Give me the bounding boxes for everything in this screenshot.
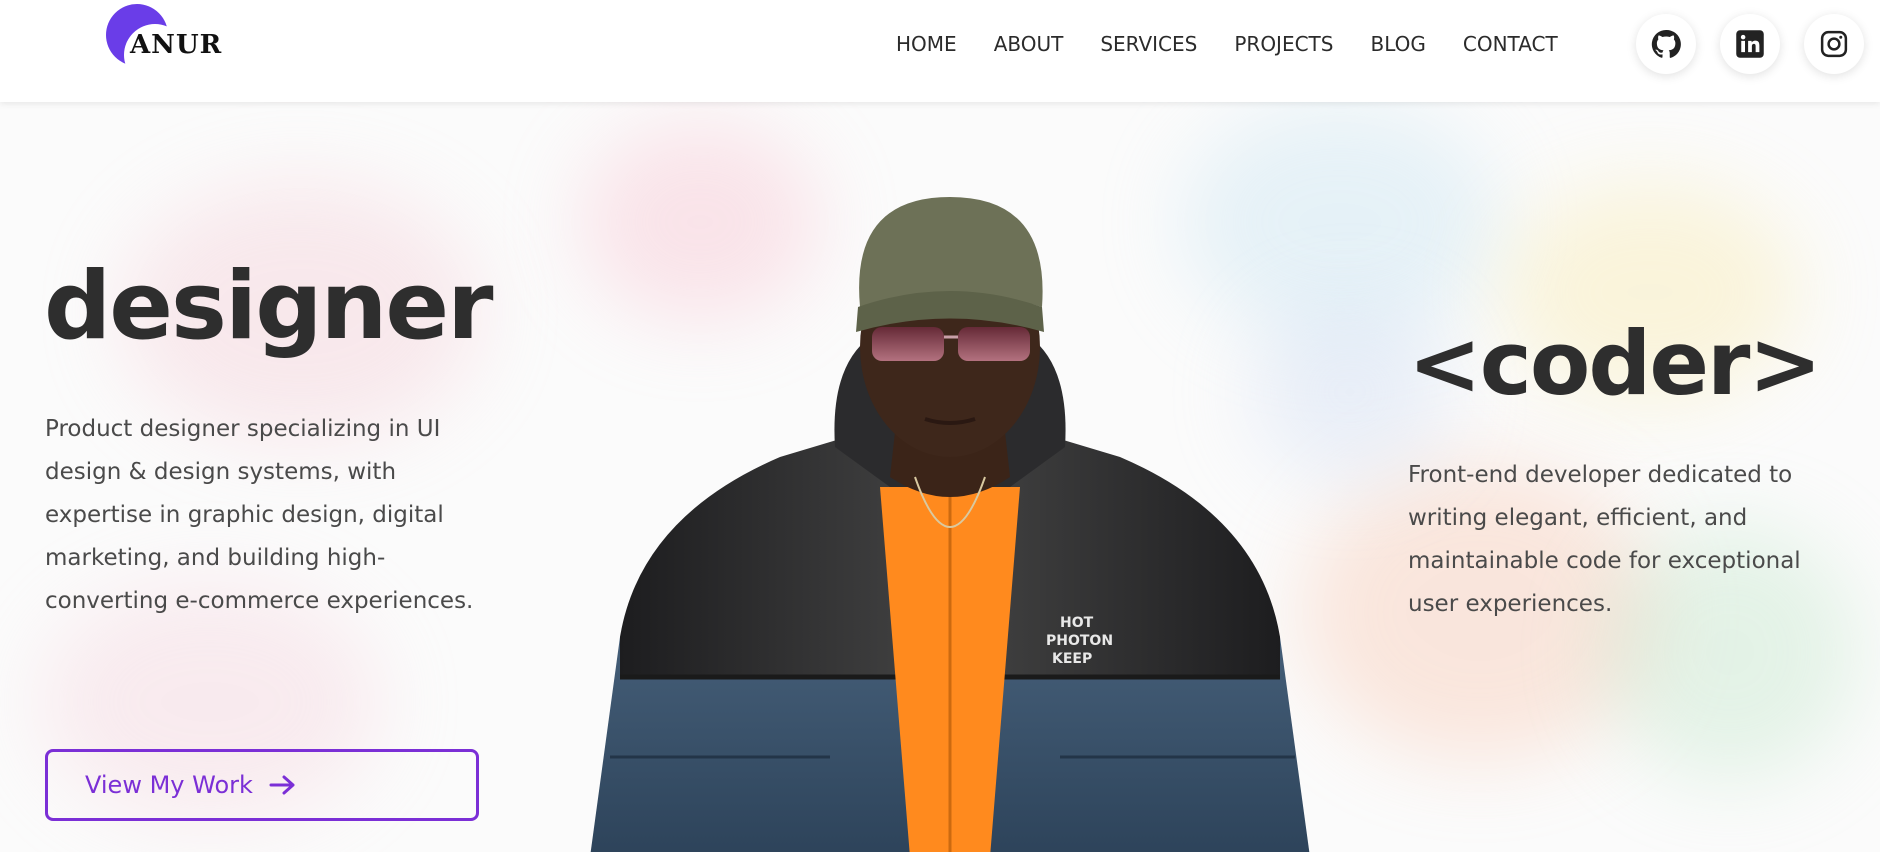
nav-about[interactable]: ABOUT bbox=[994, 32, 1064, 56]
coder-description: Front-end developer dedicated to writing… bbox=[1408, 462, 1801, 617]
nav-services[interactable]: SERVICES bbox=[1100, 32, 1197, 56]
logo[interactable]: ANUR bbox=[106, 0, 221, 86]
portrait-image: HOT PHOTON KEEP bbox=[590, 197, 1310, 852]
nav-home[interactable]: HOME bbox=[896, 32, 957, 56]
designer-title: designer bbox=[44, 252, 494, 361]
github-link[interactable] bbox=[1636, 14, 1696, 74]
nav-blog[interactable]: BLOG bbox=[1370, 32, 1425, 56]
jacket-logo-text: KEEP bbox=[1052, 651, 1092, 667]
nav-projects[interactable]: PROJECTS bbox=[1234, 32, 1333, 56]
linkedin-link[interactable] bbox=[1720, 14, 1780, 74]
jacket-logo-text: PHOTON bbox=[1046, 633, 1113, 649]
site-header: ANUR HOME ABOUT SERVICES PROJECTS BLOG C… bbox=[0, 0, 1880, 102]
logo-text: ANUR bbox=[130, 30, 223, 60]
github-icon bbox=[1651, 29, 1681, 58]
coder-title: <coder> bbox=[1408, 312, 1822, 415]
instagram-icon bbox=[1820, 30, 1848, 58]
linkedin-icon bbox=[1736, 30, 1764, 58]
view-my-work-label: View My Work bbox=[85, 771, 253, 799]
main-nav: HOME ABOUT SERVICES PROJECTS BLOG CONTAC… bbox=[896, 30, 1558, 58]
jacket-logo-text: HOT bbox=[1060, 615, 1094, 631]
instagram-link[interactable] bbox=[1804, 14, 1864, 74]
arrow-right-icon bbox=[269, 775, 295, 795]
hero-section: HOT PHOTON KEEP designer Product designe… bbox=[0, 102, 1880, 852]
nav-contact[interactable]: CONTACT bbox=[1463, 32, 1558, 56]
designer-description: Product designer specializing in UI desi… bbox=[45, 416, 474, 614]
view-my-work-button[interactable]: View My Work bbox=[45, 749, 479, 821]
